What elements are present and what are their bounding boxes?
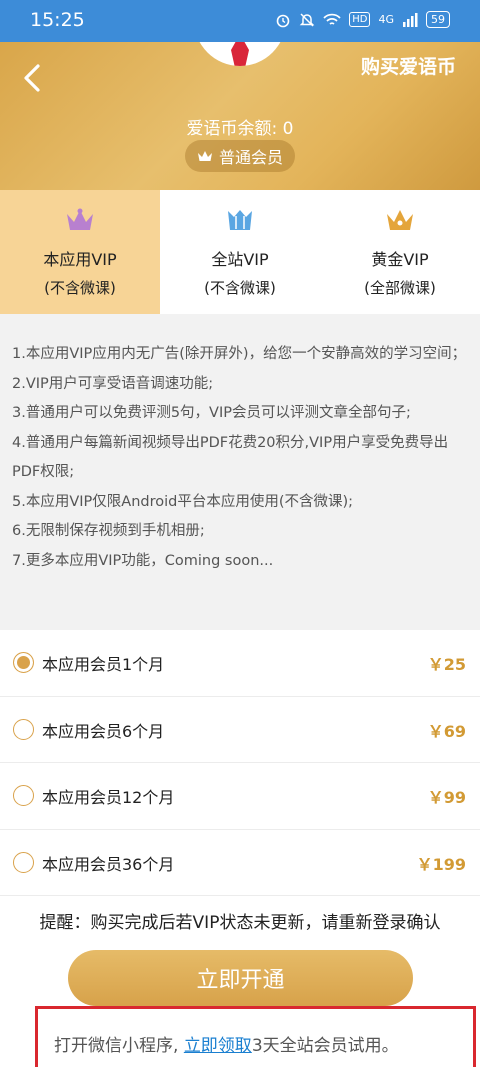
crown-icon: [197, 151, 212, 161]
tab-label: 本应用VIP: [43, 250, 117, 269]
coin-balance: 爱语币余额: 0: [186, 119, 294, 139]
plan-name: 本应用会员36个月: [42, 854, 175, 874]
feature-item: 1.本应用VIP应用内无广告(除开屏外)，给您一个安静高效的学习空间；: [12, 346, 467, 362]
plan-name: 本应用会员1个月: [42, 655, 165, 674]
plan-price: ￥199: [416, 854, 466, 874]
tab-sublabel: (全部微课): [364, 279, 436, 297]
promo-text: 打开微信小程序, 立即领取3天全站会员试用。: [54, 1031, 399, 1056]
hd-icon: HD: [349, 12, 371, 27]
plan-name: 本应用会员6个月: [42, 721, 165, 741]
plan-radio[interactable]: [13, 652, 34, 673]
battery-indicator: 59: [426, 11, 450, 28]
alarm-icon: [276, 14, 290, 27]
status-time: 15:25: [30, 9, 85, 31]
tab-label: 黄金VIP: [371, 250, 429, 269]
promo-suffix: 3天全站会员试用。: [251, 1036, 399, 1056]
network-label: 4G: [378, 13, 394, 26]
open-vip-button[interactable]: 立即开通: [68, 950, 413, 1006]
plan-radio[interactable]: [13, 851, 34, 873]
back-arrow-icon: [24, 64, 40, 92]
member-level-badge: 普通会员: [185, 140, 295, 172]
wifi-icon: [323, 13, 341, 25]
tab-app-vip[interactable]: 本应用VIP (不含微课): [0, 190, 160, 314]
feature-item: 2.VIP用户可享受语音调速功能;: [12, 375, 214, 392]
promo-banner: 打开微信小程序, 立即领取3天全站会员试用。: [35, 1006, 476, 1067]
tab-sublabel: (不含微课): [204, 279, 276, 297]
plan-list: 本应用会员1个月 ￥25 本应用会员6个月 ￥69 本应用会员12个月 ￥99 …: [0, 630, 480, 896]
mute-icon: [299, 12, 315, 27]
feature-item: 3.普通用户可以免费评测5句，VIP会员可以评测文章全部句子;: [12, 405, 411, 421]
reminder-text: 提醒：购买完成后若VIP状态未更新，请重新登录确认: [39, 913, 441, 933]
back-button[interactable]: [20, 60, 52, 96]
vip-features-list: 1.本应用VIP应用内无广告(除开屏外)，给您一个安静高效的学习空间； 2.VI…: [0, 314, 480, 630]
tab-gold-vip[interactable]: 黄金VIP (全部微课): [320, 190, 480, 314]
promo-prefix: 打开微信小程序,: [54, 1036, 184, 1056]
plan-price: ￥99: [427, 788, 466, 807]
feature-item: 5.本应用VIP仅限Android平台本应用使用(不含微课);: [12, 493, 354, 510]
status-icons: HD 4G 59: [275, 11, 450, 28]
avatar: [194, 42, 286, 66]
vip-tabs: 本应用VIP (不含微课) 全站VIP (不含微课) 黄金VIP (全部微课): [0, 190, 480, 314]
status-bar: 15:25 HD 4G 59: [0, 0, 480, 42]
tab-sublabel: (不含微课): [44, 279, 116, 297]
plan-radio[interactable]: [13, 785, 34, 806]
plan-option[interactable]: 本应用会员1个月 ￥25: [0, 630, 480, 697]
crown-icon: [387, 210, 413, 230]
claim-trial-link[interactable]: 立即领取: [184, 1036, 252, 1056]
plan-option[interactable]: 本应用会员6个月 ￥69: [0, 697, 480, 763]
crown-icon: [67, 208, 93, 230]
signal-icon: [403, 12, 418, 27]
member-level-label: 普通会员: [218, 148, 283, 167]
plan-option[interactable]: 本应用会员36个月 ￥199: [0, 830, 480, 896]
tab-site-vip[interactable]: 全站VIP (不含微课): [160, 190, 320, 314]
plan-price: ￥25: [427, 655, 466, 674]
plan-name: 本应用会员12个月: [42, 788, 175, 807]
plan-option[interactable]: 本应用会员12个月 ￥99: [0, 763, 480, 830]
tab-label: 全站VIP: [211, 250, 269, 269]
feature-item: 7.更多本应用VIP功能，Coming soon...: [12, 552, 274, 569]
crown-icon: [228, 210, 252, 230]
plan-price: ￥69: [427, 721, 466, 741]
header-banner: 购买爱语币 爱语币余额: 0 普通会员: [0, 42, 480, 190]
buy-coins-button[interactable]: 购买爱语币: [361, 52, 456, 79]
plan-radio[interactable]: [13, 718, 34, 740]
feature-item: 4.普通用户每篇新闻视频导出PDF花费20积分,VIP用户享受免费导出PDF权限…: [12, 434, 449, 481]
feature-item: 6.无限制保存视频到手机相册;: [12, 523, 205, 539]
